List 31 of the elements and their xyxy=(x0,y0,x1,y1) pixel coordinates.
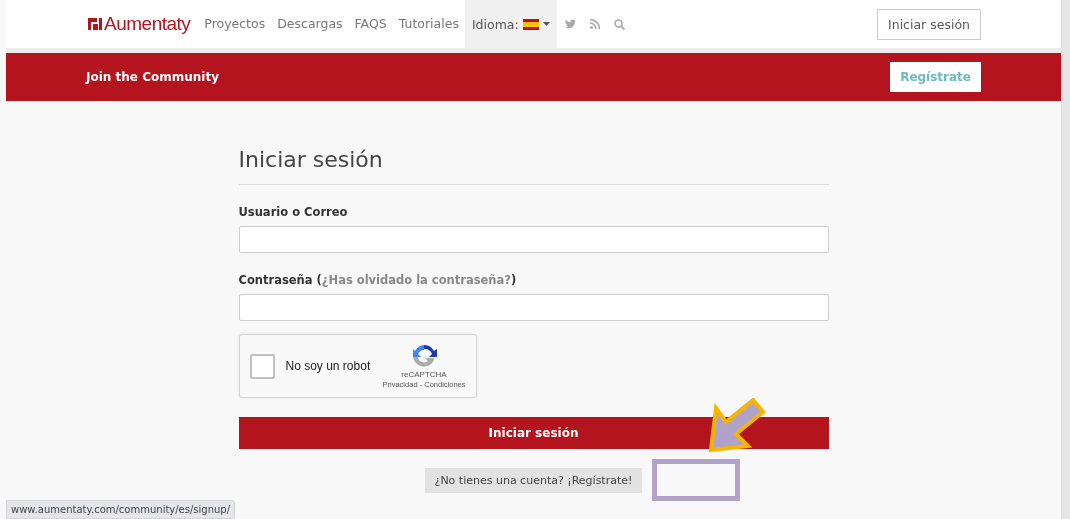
input-field[interactable] xyxy=(238,294,829,321)
login-button[interactable]: Iniciar sesión xyxy=(877,8,981,40)
paren: ) xyxy=(510,273,517,287)
rss-icon[interactable] xyxy=(589,18,600,29)
input-field[interactable] xyxy=(238,226,829,253)
language-label: Idioma: xyxy=(471,16,519,32)
signup-link[interactable]: ¿No tienes una cuenta? ¡Regístrate! xyxy=(424,468,643,493)
language-dropdown[interactable]: Idioma: xyxy=(464,0,557,48)
logo-icon xyxy=(88,17,102,31)
paren: ( xyxy=(316,273,322,287)
search-icon[interactable] xyxy=(613,18,625,30)
scrollbar[interactable] xyxy=(1061,0,1070,519)
logo-text: Aumentaty xyxy=(104,13,191,35)
nav-link[interactable]: Tutoriales xyxy=(392,0,465,48)
banner-title: Join the Community xyxy=(86,70,219,84)
recaptcha-brand: reCAPTCHA xyxy=(401,370,447,379)
bird-icon[interactable] xyxy=(564,18,576,29)
caret-icon xyxy=(542,22,550,26)
nav-link[interactable]: FAQS xyxy=(348,0,393,48)
field-label: Contraseña (¿Has olvidado la contraseña?) xyxy=(238,273,518,287)
logo[interactable]: Aumentaty xyxy=(88,13,191,35)
captcha-label: No soy un robot xyxy=(285,359,372,373)
captcha-checkbox[interactable] xyxy=(249,353,275,379)
nav-link[interactable]: Descargas xyxy=(271,0,349,48)
spain-flag-icon xyxy=(522,18,539,30)
field-label: Usuario o Correo xyxy=(238,205,349,219)
recaptcha-logo-icon xyxy=(411,343,437,369)
page-title: Iniciar sesión xyxy=(238,147,829,185)
nav-link[interactable]: Proyectos xyxy=(198,0,272,48)
submit-button[interactable]: Iniciar sesión xyxy=(238,417,829,449)
status-url: www.aumentaty.com/community/es/signup/ xyxy=(6,500,236,519)
